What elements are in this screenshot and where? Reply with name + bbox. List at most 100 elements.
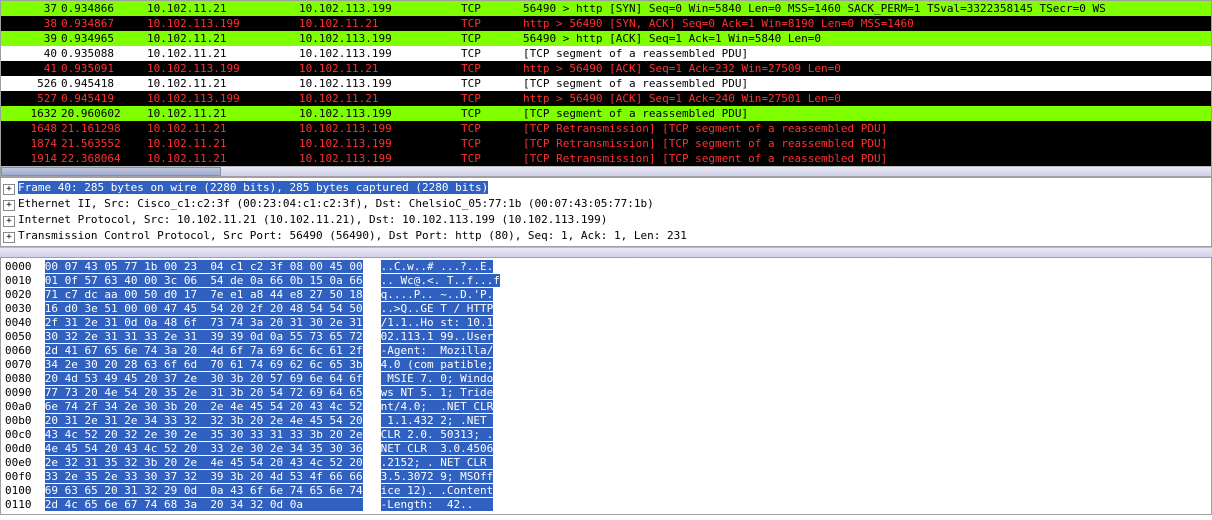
scroll-thumb[interactable] <box>1 167 221 176</box>
details-hscroll[interactable] <box>0 247 1212 257</box>
cell-dst: 10.102.11.21 <box>297 16 459 31</box>
cell-dst: 10.102.113.199 <box>297 136 459 151</box>
hex-row[interactable]: 00f0 33 2e 35 2e 33 30 37 32 39 3b 20 4d… <box>5 470 1207 484</box>
packet-row[interactable]: 400.93508810.102.11.2110.102.113.199TCP[… <box>1 46 1211 61</box>
cell-src: 10.102.11.21 <box>145 151 297 166</box>
cell-proto: TCP <box>459 31 521 46</box>
packet-row[interactable]: 370.93486610.102.11.2110.102.113.199TCP5… <box>1 1 1211 16</box>
packet-row[interactable]: 410.93509110.102.113.19910.102.11.21TCPh… <box>1 61 1211 76</box>
expander-icon[interactable]: + <box>3 184 15 195</box>
detail-tcp[interactable]: +Transmission Control Protocol, Src Port… <box>1 228 1211 244</box>
cell-proto: TCP <box>459 136 521 151</box>
cell-dst: 10.102.113.199 <box>297 151 459 166</box>
cell-no: 38 <box>1 16 59 31</box>
cell-dst: 10.102.113.199 <box>297 1 459 16</box>
cell-info: [TCP segment of a reassembled PDU] <box>521 46 1211 61</box>
cell-info: http > 56490 [ACK] Seq=1 Ack=232 Win=275… <box>521 61 1211 76</box>
hex-row[interactable]: 0060 2d 41 67 65 6e 74 3a 20 4d 6f 7a 69… <box>5 344 1207 358</box>
detail-ip[interactable]: +Internet Protocol, Src: 10.102.11.21 (1… <box>1 212 1211 228</box>
detail-frame[interactable]: +Frame 40: 285 bytes on wire (2280 bits)… <box>1 180 1211 196</box>
cell-info: http > 56490 [SYN, ACK] Seq=0 Ack=1 Win=… <box>521 16 1211 31</box>
cell-dst: 10.102.113.199 <box>297 76 459 91</box>
cell-no: 1914 <box>1 151 59 166</box>
cell-info: 56490 > http [ACK] Seq=1 Ack=1 Win=5840 … <box>521 31 1211 46</box>
hex-row[interactable]: 0090 77 73 20 4e 54 20 35 2e 31 3b 20 54… <box>5 386 1207 400</box>
cell-time: 21.161298 <box>59 121 145 136</box>
cell-no: 1632 <box>1 106 59 121</box>
packet-row[interactable]: 380.93486710.102.113.19910.102.11.21TCPh… <box>1 16 1211 31</box>
hex-row[interactable]: 00e0 2e 32 31 35 32 3b 20 2e 4e 45 54 20… <box>5 456 1207 470</box>
cell-info: [TCP segment of a reassembled PDU] <box>521 76 1211 91</box>
cell-info: [TCP Retransmission] [TCP segment of a r… <box>521 136 1211 151</box>
cell-src: 10.102.11.21 <box>145 76 297 91</box>
expander-icon[interactable]: + <box>3 232 15 243</box>
packet-row[interactable]: 5270.94541910.102.113.19910.102.11.21TCP… <box>1 91 1211 106</box>
hex-row[interactable]: 00b0 20 31 2e 31 2e 34 33 32 32 3b 20 2e… <box>5 414 1207 428</box>
cell-time: 0.934866 <box>59 1 145 16</box>
cell-no: 1874 <box>1 136 59 151</box>
packet-details-pane: +Frame 40: 285 bytes on wire (2280 bits)… <box>0 177 1212 247</box>
cell-info: 56490 > http [SYN] Seq=0 Win=5840 Len=0 … <box>521 1 1211 16</box>
cell-time: 0.935088 <box>59 46 145 61</box>
packet-row[interactable]: 5260.94541810.102.11.2110.102.113.199TCP… <box>1 76 1211 91</box>
cell-no: 41 <box>1 61 59 76</box>
cell-dst: 10.102.113.199 <box>297 31 459 46</box>
cell-dst: 10.102.11.21 <box>297 61 459 76</box>
packet-row[interactable]: 187421.56355210.102.11.2110.102.113.199T… <box>1 136 1211 151</box>
cell-dst: 10.102.113.199 <box>297 46 459 61</box>
expander-icon[interactable]: + <box>3 216 15 227</box>
cell-src: 10.102.11.21 <box>145 1 297 16</box>
cell-proto: TCP <box>459 61 521 76</box>
cell-proto: TCP <box>459 16 521 31</box>
cell-time: 21.563552 <box>59 136 145 151</box>
cell-src: 10.102.11.21 <box>145 106 297 121</box>
cell-time: 20.960602 <box>59 106 145 121</box>
hex-row[interactable]: 00a0 6e 74 2f 34 2e 30 3b 20 2e 4e 45 54… <box>5 400 1207 414</box>
hex-row[interactable]: 0020 71 c7 dc aa 00 50 d0 17 7e e1 a8 44… <box>5 288 1207 302</box>
cell-src: 10.102.11.21 <box>145 46 297 61</box>
cell-info: http > 56490 [ACK] Seq=1 Ack=240 Win=275… <box>521 91 1211 106</box>
cell-info: [TCP segment of a reassembled PDU] <box>521 106 1211 121</box>
cell-proto: TCP <box>459 76 521 91</box>
hex-row[interactable]: 0110 2d 4c 65 6e 67 74 68 3a 20 34 32 0d… <box>5 498 1207 512</box>
hex-row[interactable]: 0080 20 4d 53 49 45 20 37 2e 30 3b 20 57… <box>5 372 1207 386</box>
cell-time: 0.945418 <box>59 76 145 91</box>
hex-row[interactable]: 00d0 4e 45 54 20 43 4c 52 20 33 2e 30 2e… <box>5 442 1207 456</box>
expander-icon[interactable]: + <box>3 200 15 211</box>
cell-src: 10.102.113.199 <box>145 91 297 106</box>
packet-list-table[interactable]: 370.93486610.102.11.2110.102.113.199TCP5… <box>1 1 1211 166</box>
detail-ethernet[interactable]: +Ethernet II, Src: Cisco_c1:c2:3f (00:23… <box>1 196 1211 212</box>
hex-row[interactable]: 0070 34 2e 30 20 28 63 6f 6d 70 61 74 69… <box>5 358 1207 372</box>
hex-dump-pane[interactable]: 0000 00 07 43 05 77 1b 00 23 04 c1 c2 3f… <box>0 257 1212 515</box>
cell-no: 1648 <box>1 121 59 136</box>
packet-list-pane: 370.93486610.102.11.2110.102.113.199TCP5… <box>0 0 1212 177</box>
hex-row[interactable]: 0040 2f 31 2e 31 0d 0a 48 6f 73 74 3a 20… <box>5 316 1207 330</box>
cell-src: 10.102.11.21 <box>145 121 297 136</box>
cell-proto: TCP <box>459 151 521 166</box>
cell-info: [TCP Retransmission] [TCP segment of a r… <box>521 121 1211 136</box>
cell-src: 10.102.113.199 <box>145 16 297 31</box>
packet-row[interactable]: 191422.36806410.102.11.2110.102.113.199T… <box>1 151 1211 166</box>
cell-info: [TCP Retransmission] [TCP segment of a r… <box>521 151 1211 166</box>
cell-time: 0.934867 <box>59 16 145 31</box>
packet-list-hscroll[interactable] <box>1 166 1211 176</box>
packet-row[interactable]: 163220.96060210.102.11.2110.102.113.199T… <box>1 106 1211 121</box>
cell-proto: TCP <box>459 46 521 61</box>
cell-src: 10.102.113.199 <box>145 61 297 76</box>
packet-row[interactable]: 164821.16129810.102.11.2110.102.113.199T… <box>1 121 1211 136</box>
cell-time: 0.935091 <box>59 61 145 76</box>
packet-row[interactable]: 390.93496510.102.11.2110.102.113.199TCP5… <box>1 31 1211 46</box>
cell-no: 40 <box>1 46 59 61</box>
cell-no: 527 <box>1 91 59 106</box>
hex-row[interactable]: 0010 01 0f 57 63 40 00 3c 06 54 de 0a 66… <box>5 274 1207 288</box>
cell-no: 526 <box>1 76 59 91</box>
hex-row[interactable]: 0030 16 d0 3e 51 00 00 47 45 54 20 2f 20… <box>5 302 1207 316</box>
cell-dst: 10.102.113.199 <box>297 121 459 136</box>
cell-proto: TCP <box>459 121 521 136</box>
cell-no: 39 <box>1 31 59 46</box>
hex-row[interactable]: 00c0 43 4c 52 20 32 2e 30 2e 35 30 33 31… <box>5 428 1207 442</box>
hex-row[interactable]: 0000 00 07 43 05 77 1b 00 23 04 c1 c2 3f… <box>5 260 1207 274</box>
cell-proto: TCP <box>459 91 521 106</box>
hex-row[interactable]: 0050 30 32 2e 31 31 33 2e 31 39 39 0d 0a… <box>5 330 1207 344</box>
hex-row[interactable]: 0100 69 63 65 20 31 32 29 0d 0a 43 6f 6e… <box>5 484 1207 498</box>
